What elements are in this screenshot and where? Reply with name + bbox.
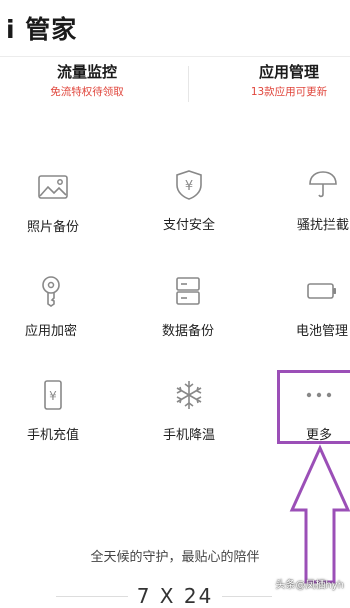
tool-payment-security[interactable]: ¥ 支付安全 [144, 168, 234, 233]
tool-label: 数据备份 [161, 324, 214, 339]
tool-phone-recharge[interactable]: ¥ 手机充值 [8, 378, 98, 443]
more-highlight-frame [277, 370, 350, 444]
footer-tagline: 全天候的守护，最贴心的陪伴 [90, 550, 260, 565]
tool-harassment-block[interactable]: 骚扰拦截 [278, 168, 350, 233]
tool-app-lock[interactable]: 应用加密 [6, 274, 96, 339]
tool-label: 应用加密 [24, 324, 77, 339]
tool-label: 支付安全 [162, 218, 215, 233]
tool-battery[interactable]: 电池管理 [277, 274, 350, 339]
traffic-monitor-card[interactable]: 流量监控 免流特权待领取 [12, 60, 162, 100]
photo-icon [38, 175, 68, 199]
key-lock-icon [42, 276, 60, 307]
summary-separator [188, 66, 189, 102]
tool-photo-backup[interactable]: 照片备份 [8, 170, 98, 235]
header-divider [0, 56, 350, 57]
traffic-monitor-subtitle: 免流特权待领取 [50, 86, 124, 98]
app-management-card[interactable]: 应用管理 13款应用可更新 [214, 60, 350, 100]
watermark: 头条@凤栖hyh [275, 580, 344, 591]
traffic-monitor-title: 流量监控 [56, 63, 117, 81]
svg-text:¥: ¥ [49, 389, 57, 403]
tool-phone-cooling[interactable]: 手机降温 [144, 378, 234, 443]
tool-data-backup[interactable]: 数据备份 [143, 274, 233, 339]
umbrella-icon [309, 171, 337, 198]
server-icon [176, 277, 200, 305]
app-title: i 管家 [6, 15, 78, 44]
summary-bar: 流量监控 免流特权待领取 应用管理 13款应用可更新 [0, 60, 350, 110]
battery-icon [307, 283, 336, 299]
tool-label: 骚扰拦截 [296, 218, 349, 233]
snowflake-icon [176, 381, 202, 409]
tool-label: 电池管理 [295, 324, 348, 339]
tool-label: 手机充值 [26, 428, 79, 443]
app-management-subtitle: 13款应用可更新 [250, 86, 328, 98]
app-management-title: 应用管理 [258, 63, 319, 81]
tool-label: 照片备份 [26, 220, 79, 235]
payment-shield-icon: ¥ [176, 170, 202, 200]
phone-yuan-icon: ¥ [44, 380, 62, 410]
tool-label: 手机降温 [162, 428, 215, 443]
svg-text:¥: ¥ [185, 179, 193, 194]
